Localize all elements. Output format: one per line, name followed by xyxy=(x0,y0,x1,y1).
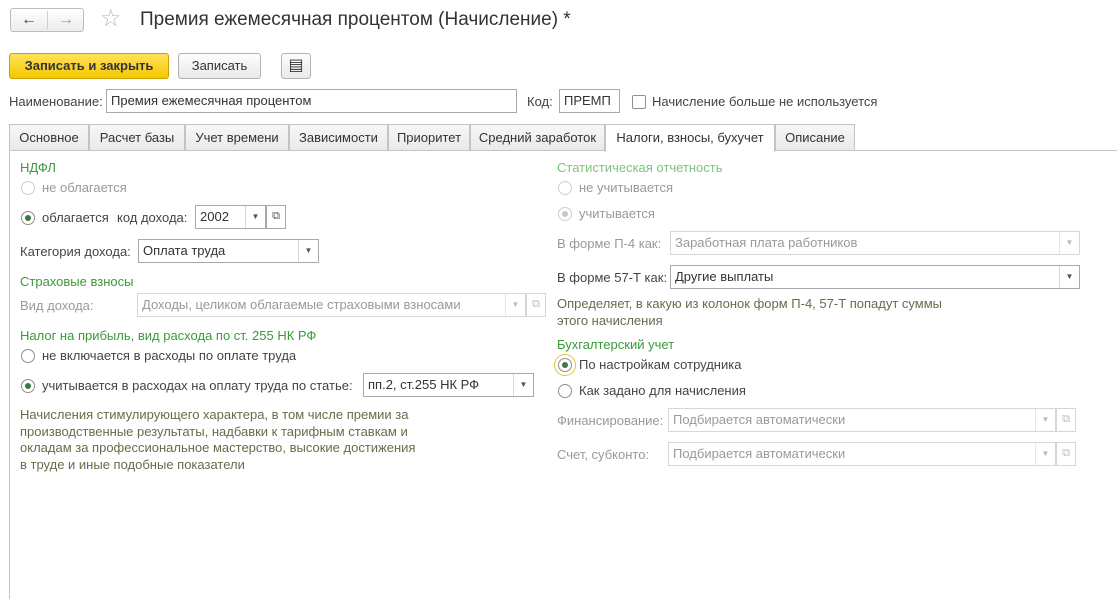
save-button[interactable]: Записать xyxy=(178,53,261,79)
tab-taxes-accounting[interactable]: Налоги, взносы, бухучет xyxy=(605,124,775,152)
back-arrow-icon[interactable]: ← xyxy=(11,10,47,30)
income-category-select[interactable]: Оплата труда ▼ xyxy=(138,239,319,263)
chevron-down-icon[interactable]: ▼ xyxy=(1035,443,1055,465)
tab-time-tracking[interactable]: Учет времени xyxy=(185,124,289,151)
code-label: Код: xyxy=(527,94,553,109)
favorite-star-icon[interactable]: ☆ xyxy=(100,6,122,32)
income-code-select[interactable]: 2002 ▼ xyxy=(195,205,266,229)
chevron-down-icon[interactable]: ▼ xyxy=(1059,232,1079,254)
chevron-down-icon[interactable]: ▼ xyxy=(245,206,265,228)
p4-select[interactable]: Заработная плата работников ▼ xyxy=(670,231,1080,255)
open-icon[interactable]: ⧉ xyxy=(1056,442,1076,466)
p4-value: Заработная плата работников xyxy=(675,235,858,250)
profit-note: Начисления стимулирующего характера, в т… xyxy=(20,407,416,472)
p4-label: В форме П-4 как: xyxy=(557,236,662,251)
insurance-section-title: Страховые взносы xyxy=(20,274,134,289)
acc-as-set-label: Как задано для начисления xyxy=(579,383,746,398)
t57-select[interactable]: Другие выплаты ▼ xyxy=(670,265,1080,289)
open-icon[interactable]: ⧉ xyxy=(526,293,546,317)
financing-label: Финансирование: xyxy=(557,413,664,428)
stat-counted-radio[interactable] xyxy=(558,207,572,221)
account-placeholder: Подбирается автоматически xyxy=(673,446,846,461)
code-input[interactable]: ПРЕМП xyxy=(559,89,620,113)
financing-select[interactable]: Подбирается автоматически ▼ xyxy=(668,408,1056,432)
chevron-down-icon[interactable]: ▼ xyxy=(298,240,318,262)
accounting-section-title: Бухгалтерский учет xyxy=(557,337,675,352)
income-type-label: Вид дохода: xyxy=(20,298,94,313)
unused-label: Начисление больше не используется xyxy=(652,94,878,109)
income-code-label: код дохода: xyxy=(117,210,188,225)
stat-not-counted-radio[interactable] xyxy=(558,181,572,195)
ndfl-section-title: НДФЛ xyxy=(20,160,56,175)
name-input[interactable]: Премия ежемесячная процентом xyxy=(106,89,517,113)
report-icon[interactable]: ▤ xyxy=(281,53,311,79)
account-select[interactable]: Подбирается автоматически ▼ xyxy=(668,442,1056,466)
profit-tax-section-title: Налог на прибыль, вид расхода по ст. 255… xyxy=(20,328,317,343)
stat-note: Определяет, в какую из колонок форм П-4,… xyxy=(557,296,943,328)
open-icon[interactable]: ⧉ xyxy=(266,205,286,229)
t57-value: Другие выплаты xyxy=(675,269,774,284)
profit-included-label: учитывается в расходах на оплату труда п… xyxy=(42,378,353,393)
ndfl-not-taxed-label: не облагается xyxy=(42,180,127,195)
acc-as-set-radio[interactable] xyxy=(558,384,572,398)
forward-arrow-icon[interactable]: → xyxy=(48,10,84,30)
tab-priority[interactable]: Приоритет xyxy=(388,124,470,151)
financing-placeholder: Подбирается автоматически xyxy=(673,412,846,427)
chevron-down-icon[interactable]: ▼ xyxy=(513,374,533,396)
income-category-value: Оплата труда xyxy=(143,243,226,258)
name-label: Наименование: xyxy=(9,94,103,109)
income-type-select[interactable]: Доходы, целиком облагаемые страховыми вз… xyxy=(137,293,526,317)
acc-by-employee-radio[interactable] xyxy=(558,358,572,372)
account-label: Счет, субконто: xyxy=(557,447,650,462)
stat-section-title: Статистическая отчетность xyxy=(557,160,723,175)
tab-average-earnings[interactable]: Средний заработок xyxy=(470,124,605,151)
unused-checkbox[interactable] xyxy=(632,95,646,109)
tab-dependencies[interactable]: Зависимости xyxy=(289,124,388,151)
tab-divider xyxy=(9,150,1117,151)
tab-main[interactable]: Основное xyxy=(9,124,89,151)
t57-label: В форме 57-Т как: xyxy=(557,270,668,285)
chevron-down-icon[interactable]: ▼ xyxy=(1035,409,1055,431)
profit-not-included-radio[interactable] xyxy=(21,349,35,363)
profit-not-included-label: не включается в расходы по оплате труда xyxy=(42,348,297,363)
ndfl-taxed-radio[interactable] xyxy=(21,211,35,225)
pane-border xyxy=(9,150,10,599)
history-nav: ← → xyxy=(10,8,84,32)
open-icon[interactable]: ⧉ xyxy=(1056,408,1076,432)
tab-description[interactable]: Описание xyxy=(775,124,855,151)
acc-by-employee-label: По настройкам сотрудника xyxy=(579,357,742,372)
stat-counted-label: учитывается xyxy=(579,206,655,221)
profit-article-select[interactable]: пп.2, ст.255 НК РФ ▼ xyxy=(363,373,534,397)
chevron-down-icon[interactable]: ▼ xyxy=(505,294,525,316)
ndfl-taxed-label: облагается xyxy=(42,210,109,225)
income-type-value: Доходы, целиком облагаемые страховыми вз… xyxy=(142,297,461,312)
stat-not-counted-label: не учитывается xyxy=(579,180,673,195)
profit-included-radio[interactable] xyxy=(21,379,35,393)
income-category-label: Категория дохода: xyxy=(20,244,131,259)
profit-article-value: пп.2, ст.255 НК РФ xyxy=(368,377,480,392)
save-and-close-button[interactable]: Записать и закрыть xyxy=(9,53,169,79)
chevron-down-icon[interactable]: ▼ xyxy=(1059,266,1079,288)
ndfl-not-taxed-radio[interactable] xyxy=(21,181,35,195)
window-title: Премия ежемесячная процентом (Начисление… xyxy=(140,9,571,30)
income-code-value: 2002 xyxy=(200,209,229,224)
tab-base-calculation[interactable]: Расчет базы xyxy=(89,124,185,151)
